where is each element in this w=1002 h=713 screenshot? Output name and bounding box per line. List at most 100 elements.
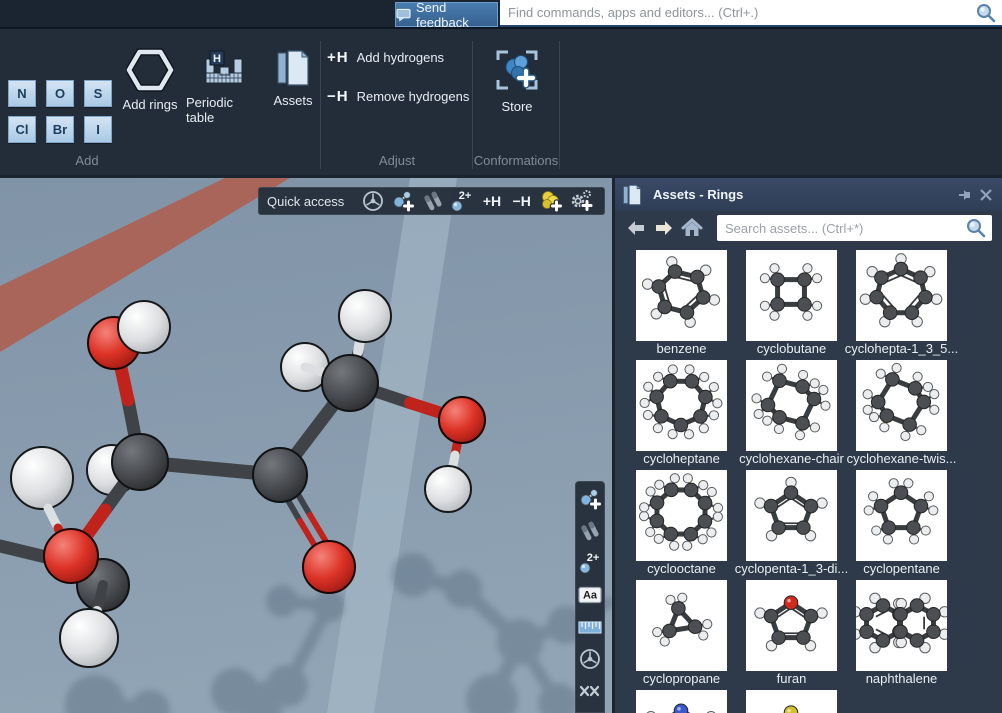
element-button-n[interactable]: N [8, 80, 36, 107]
bond-order-icon[interactable] [577, 518, 603, 543]
close-panel-icon[interactable] [976, 185, 996, 205]
asset-item-naphthalene[interactable]: naphthalene [856, 580, 947, 686]
search-icon[interactable] [964, 216, 988, 240]
asset-thumbnail[interactable] [746, 470, 837, 561]
plus-h-icon: +H [327, 49, 349, 66]
bond-order-icon[interactable] [418, 188, 448, 214]
asset-thumbnail[interactable] [636, 690, 727, 713]
forward-arrow-icon[interactable] [653, 217, 675, 239]
asset-item-cyclopentane[interactable]: cyclopentane [856, 470, 947, 576]
asset-thumbnail[interactable] [856, 580, 947, 671]
asset-thumbnail[interactable] [856, 470, 947, 561]
element-button-o[interactable]: O [46, 80, 74, 107]
asset-label: cyclopenta-1_3-di... [735, 561, 848, 576]
asset-grid: benzenecyclobutanecyclohepta-1_3_5...cyc… [636, 250, 976, 713]
asset-item-cycloheptane[interactable]: cycloheptane [636, 360, 727, 466]
presets-wheel-icon[interactable] [577, 646, 603, 671]
send-feedback-button[interactable]: Send feedback [395, 2, 498, 27]
molecule-scene[interactable] [0, 178, 612, 713]
periodic-table-label: Periodic table [186, 95, 262, 125]
asset-item[interactable] [746, 690, 837, 713]
asset-label: cyclopropane [643, 671, 720, 686]
asset-label: cyclobutane [757, 341, 826, 356]
store-conformation-button[interactable]: Store [491, 45, 543, 114]
assets-button[interactable]: Assets [268, 47, 318, 108]
hexagon-ring-icon [126, 47, 174, 93]
element-button-cl[interactable]: Cl [8, 116, 36, 143]
store-icon [493, 45, 541, 95]
viewport-3d[interactable]: Quick access 2++H−H 2+Aa [0, 178, 612, 713]
add-atoms-icon[interactable] [577, 486, 603, 511]
assets-pages-icon [621, 183, 643, 207]
periodic-table-button[interactable]: H Periodic table [186, 47, 262, 125]
asset-label: benzene [657, 341, 707, 356]
back-arrow-icon[interactable] [625, 217, 647, 239]
add-rings-button[interactable]: Add rings [122, 47, 178, 112]
asset-thumbnail[interactable] [746, 250, 837, 341]
pin-panel-icon[interactable] [956, 185, 976, 205]
remove-hydrogens-icon[interactable]: −H [507, 188, 537, 214]
home-icon[interactable] [681, 217, 703, 239]
conformation-store-icon[interactable] [537, 188, 567, 214]
command-search-box [500, 0, 1002, 27]
element-button-br[interactable]: Br [46, 116, 74, 143]
asset-item-cyclohexane-chair[interactable]: cyclohexane-chair [746, 360, 837, 466]
element-button-s[interactable]: S [84, 80, 112, 107]
presets-wheel-icon[interactable] [358, 188, 388, 214]
asset-item-cyclobutane[interactable]: cyclobutane [746, 250, 837, 356]
editor-settings-icon[interactable] [566, 188, 596, 214]
add-hydrogens-label: Add hydrogens [357, 50, 444, 65]
asset-item-cyclopropane[interactable]: cyclopropane [636, 580, 727, 686]
asset-item-cyclohepta-1-3-5[interactable]: cyclohepta-1_3_5... [856, 250, 947, 356]
twist-helix-icon[interactable] [577, 678, 603, 703]
asset-label: cycloheptane [643, 451, 720, 466]
asset-thumbnail[interactable] [856, 360, 947, 451]
search-icon[interactable] [974, 1, 998, 25]
asset-label: furan [777, 671, 807, 686]
assets-panel-title: Assets - Rings [653, 187, 956, 202]
title-bar: Send feedback [0, 0, 1002, 29]
command-search-input[interactable] [500, 5, 974, 20]
remove-hydrogens-button[interactable]: −H Remove hydrogens [327, 88, 469, 105]
element-button-i[interactable]: I [84, 116, 112, 143]
assets-pages-icon [274, 47, 312, 89]
asset-thumbnail[interactable] [636, 250, 727, 341]
application-window: Send feedback NOS Cl Br I Add rings [0, 0, 1002, 713]
add-hydrogens-icon[interactable]: +H [477, 188, 507, 214]
charge-icon[interactable]: 2+ [447, 188, 477, 214]
asset-search-box [717, 215, 992, 241]
svg-text:2+: 2+ [459, 190, 472, 202]
asset-thumbnail[interactable] [636, 580, 727, 671]
asset-item-benzene[interactable]: benzene [636, 250, 727, 356]
asset-thumbnail[interactable] [746, 360, 837, 451]
asset-thumbnail[interactable] [746, 580, 837, 671]
charge-icon[interactable]: 2+ [577, 550, 603, 575]
asset-thumbnail[interactable] [856, 250, 947, 341]
asset-thumbnail[interactable] [746, 690, 837, 713]
ribbon-separator [320, 41, 321, 169]
asset-label: cyclopentane [863, 561, 940, 576]
viewport-side-toolbar: 2+ Aa [575, 481, 605, 713]
asset-thumbnail[interactable] [636, 470, 727, 561]
send-feedback-label: Send feedback [416, 0, 497, 30]
asset-item-furan[interactable]: furan [746, 580, 837, 686]
asset-item-cyclopenta-1-3-di[interactable]: cyclopenta-1_3-di... [746, 470, 837, 576]
remove-hydrogens-label: Remove hydrogens [357, 89, 470, 104]
asset-item-cyclooctane[interactable]: cyclooctane [636, 470, 727, 576]
asset-item[interactable] [636, 690, 727, 713]
asset-label: naphthalene [866, 671, 938, 686]
asset-search-input[interactable] [717, 221, 964, 236]
measure-ruler-icon[interactable] [577, 614, 603, 639]
ribbon-separator [559, 41, 560, 169]
assets-panel-toolbar [615, 211, 1002, 245]
add-hydrogens-button[interactable]: +H Add hydrogens [327, 49, 444, 66]
labels-icon[interactable]: Aa [577, 582, 603, 607]
asset-label: cyclohepta-1_3_5... [845, 341, 958, 356]
asset-thumbnail[interactable] [636, 360, 727, 451]
group-label-conformations: Conformations [474, 153, 559, 168]
add-atoms-icon[interactable] [388, 188, 418, 214]
assets-panel: Assets - Rings [612, 178, 1002, 713]
asset-item-cyclohexane-twis[interactable]: cyclohexane-twis... [856, 360, 947, 466]
speech-bubble-icon [396, 8, 411, 22]
ribbon: NOS Cl Br I Add rings [0, 29, 1002, 178]
